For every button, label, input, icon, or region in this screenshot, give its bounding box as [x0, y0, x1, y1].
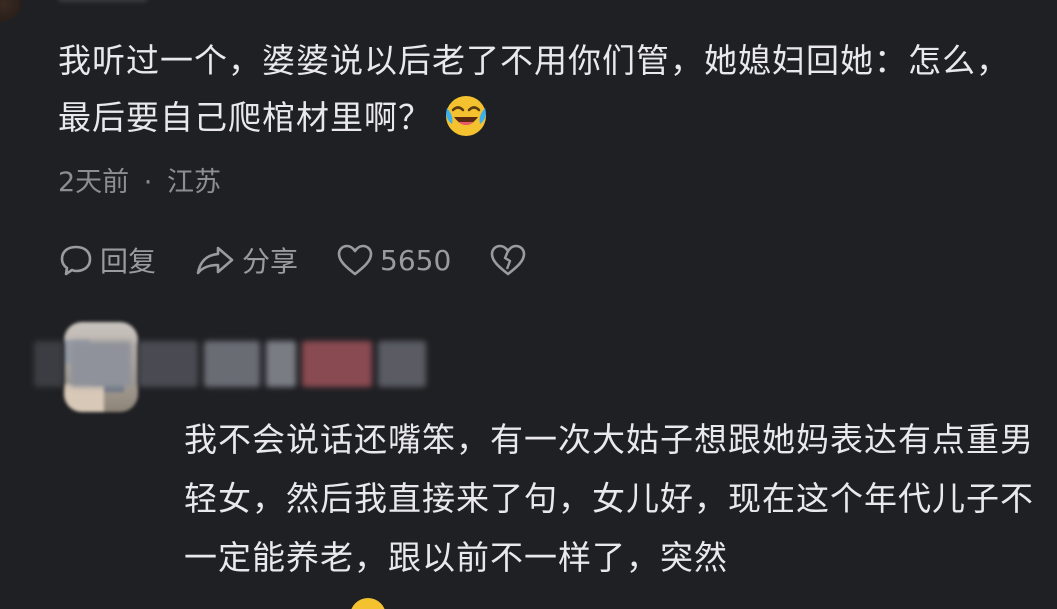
comment-meta: 2天前 · 江苏: [58, 160, 221, 199]
like-count: 5650: [380, 243, 452, 277]
share-button[interactable]: 分享: [194, 240, 298, 280]
laughing-crying-emoji-icon: [446, 95, 486, 136]
reply-label: 回复: [100, 245, 157, 278]
share-label: 分享: [242, 245, 299, 278]
like-button[interactable]: 5650: [336, 242, 451, 278]
comment-location: 江苏: [166, 167, 221, 198]
comment-text: 我听过一个，婆婆说以后老了不用你们管，她媳妇回她：怎么，最后要自己爬棺材里啊？: [58, 41, 1010, 137]
comment-bubble-icon: [60, 245, 92, 276]
commenter-name-blurred: [58, 0, 148, 2]
share-arrow-icon: [196, 246, 234, 275]
reply-body: 我不会说话还嘴笨，有一次大姑子想跟她妈表达有点重男轻女，然后我直接来了句，女儿好…: [184, 420, 1034, 577]
reply-button[interactable]: 回复: [58, 240, 156, 280]
broken-heart-icon: [490, 244, 526, 276]
reply-name-blurred: [34, 335, 434, 395]
comment-time: 2天前: [58, 167, 130, 198]
commenter-avatar[interactable]: [0, 0, 22, 22]
comment-actions: 回复 分享 5650: [58, 240, 571, 280]
dislike-button[interactable]: [489, 242, 533, 278]
comment-body: 我听过一个，婆婆说以后老了不用你们管，她媳妇回她：怎么，最后要自己爬棺材里啊？: [58, 32, 1038, 146]
meta-separator: ·: [143, 167, 153, 198]
heart-icon: [337, 244, 373, 276]
emoji-icon: [350, 598, 386, 609]
